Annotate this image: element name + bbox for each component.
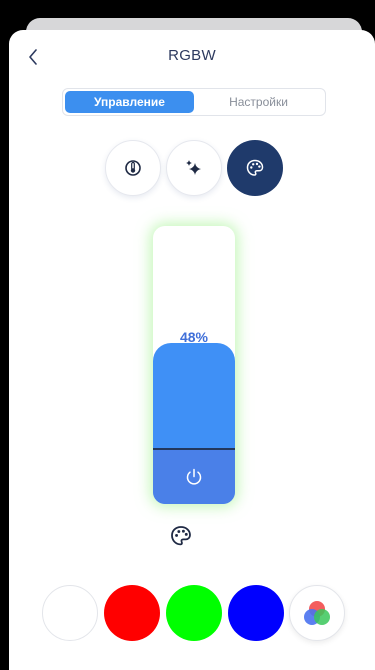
color-swatch-multicolor[interactable]: [289, 585, 345, 641]
power-button[interactable]: [153, 450, 235, 504]
palette-icon: [246, 159, 264, 176]
tab-control[interactable]: Управление: [65, 91, 194, 113]
mode-temperature-button[interactable]: [105, 140, 161, 196]
rgb-circles-icon: [304, 601, 330, 625]
thermometer-icon: [125, 160, 141, 176]
sparkle-icon: [186, 160, 201, 175]
slider-track: 48%: [153, 226, 235, 504]
color-swatch-red[interactable]: [104, 585, 160, 641]
mode-effects-button[interactable]: [166, 140, 222, 196]
rgbw-panel: RGBW Управление Настройки 48%: [9, 30, 375, 670]
palette-icon[interactable]: [169, 524, 193, 548]
mode-color-button[interactable]: [227, 140, 283, 196]
brightness-slider[interactable]: 48%: [153, 226, 235, 504]
power-icon: [186, 468, 202, 485]
page-title: RGBW: [168, 47, 216, 64]
color-swatch-green[interactable]: [166, 585, 222, 641]
tab-settings[interactable]: Настройки: [194, 91, 323, 113]
tab-bar: Управление Настройки: [62, 88, 326, 116]
color-swatch-blue[interactable]: [228, 585, 284, 641]
color-swatch-white[interactable]: [42, 585, 98, 641]
